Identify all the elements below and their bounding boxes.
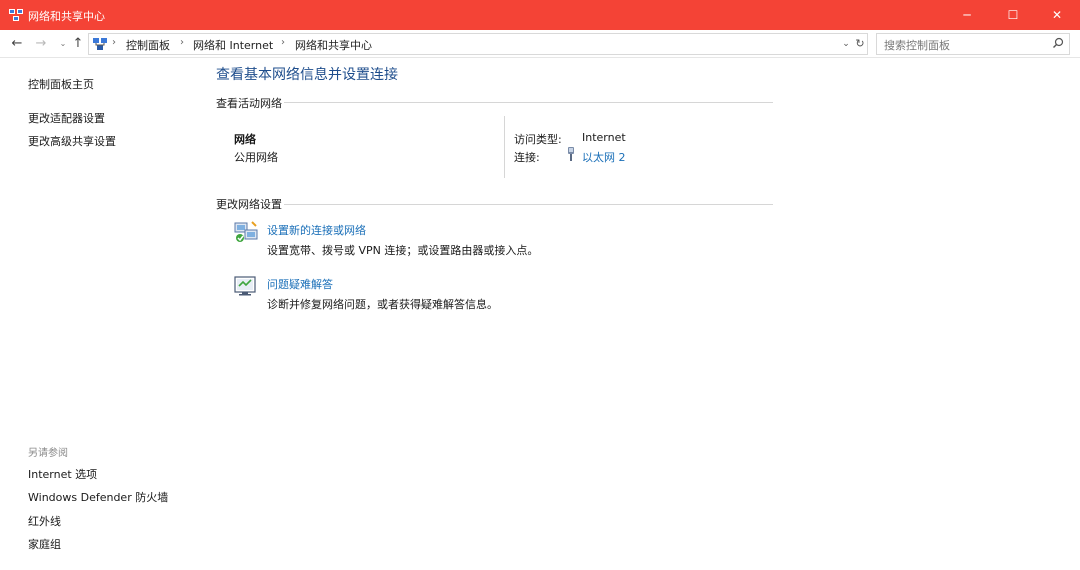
section-divider — [284, 204, 773, 205]
address-bar[interactable]: › 控制面板 › 网络和 Internet › 网络和共享中心 — [88, 33, 868, 55]
up-button[interactable]: ↑ — [69, 34, 87, 54]
change-settings-heading: 更改网络设置 — [216, 198, 282, 211]
troubleshoot-problems-link[interactable]: 问题疑难解答 — [267, 276, 333, 292]
network-center-icon — [8, 7, 24, 23]
refresh-icon[interactable]: ↻ — [852, 34, 868, 54]
see-also-heading: 另请参阅 — [28, 448, 68, 459]
navigation-bar: ← → ⌄ ↑ › 控制面板 › 网络和 Internet › 网络和共享中心 … — [0, 30, 1080, 58]
access-type-label: 访问类型: — [514, 133, 562, 146]
breadcrumb-network-internet[interactable]: 网络和 Internet — [193, 37, 273, 53]
troubleshoot-icon — [234, 274, 260, 298]
see-also-homegroup[interactable]: 家庭组 — [28, 536, 61, 552]
search-placeholder: 搜索控制面板 — [884, 39, 950, 52]
search-icon[interactable] — [1052, 37, 1064, 49]
sidebar-item-control-panel-home[interactable]: 控制面板主页 — [28, 76, 94, 92]
connection-link-ethernet-2[interactable]: 以太网 2 — [582, 149, 626, 165]
see-also-defender-firewall[interactable]: Windows Defender 防火墙 — [28, 489, 168, 505]
title-bar: 网络和共享中心 ─ ☐ ✕ — [0, 0, 1080, 30]
network-category: 公用网络 — [234, 151, 278, 164]
active-networks-heading: 查看活动网络 — [216, 97, 282, 110]
breadcrumb-separator: › — [112, 37, 116, 48]
breadcrumb-separator: › — [281, 37, 285, 48]
network-name: 网络 — [234, 133, 256, 146]
connections-label: 连接: — [514, 151, 540, 164]
close-button[interactable]: ✕ — [1034, 0, 1080, 30]
vertical-divider — [504, 116, 505, 178]
see-also-internet-options[interactable]: Internet 选项 — [28, 466, 97, 482]
maximize-button[interactable]: ☐ — [990, 0, 1036, 30]
page-title: 查看基本网络信息并设置连接 — [216, 67, 398, 83]
back-button[interactable]: ← — [8, 34, 26, 54]
setup-new-connection-link[interactable]: 设置新的连接或网络 — [267, 222, 366, 238]
sidebar-item-adapter-settings[interactable]: 更改适配器设置 — [28, 110, 105, 126]
access-type-value: Internet — [582, 131, 626, 144]
setup-new-connection-description: 设置宽带、拨号或 VPN 连接；或设置路由器或接入点。 — [267, 244, 539, 257]
control-panel-icon — [92, 36, 108, 52]
window-title: 网络和共享中心 — [28, 10, 105, 23]
minimize-button[interactable]: ─ — [944, 0, 990, 30]
breadcrumb-separator: › — [180, 37, 184, 48]
section-divider — [284, 102, 773, 103]
breadcrumb-network-sharing-center[interactable]: 网络和共享中心 — [295, 37, 372, 53]
search-box[interactable]: 搜索控制面板 — [876, 33, 1070, 55]
new-connection-icon — [234, 220, 260, 244]
sidebar: 控制面板主页 更改适配器设置 更改高级共享设置 另请参阅 Internet 选项… — [0, 58, 198, 570]
see-also-infrared[interactable]: 红外线 — [28, 513, 61, 529]
troubleshoot-description: 诊断并修复网络问题，或者获得疑难解答信息。 — [267, 298, 498, 311]
breadcrumb-control-panel[interactable]: 控制面板 — [126, 37, 170, 53]
sidebar-item-advanced-sharing[interactable]: 更改高级共享设置 — [28, 133, 116, 149]
ethernet-icon — [566, 146, 576, 162]
forward-button[interactable]: → — [32, 34, 50, 54]
